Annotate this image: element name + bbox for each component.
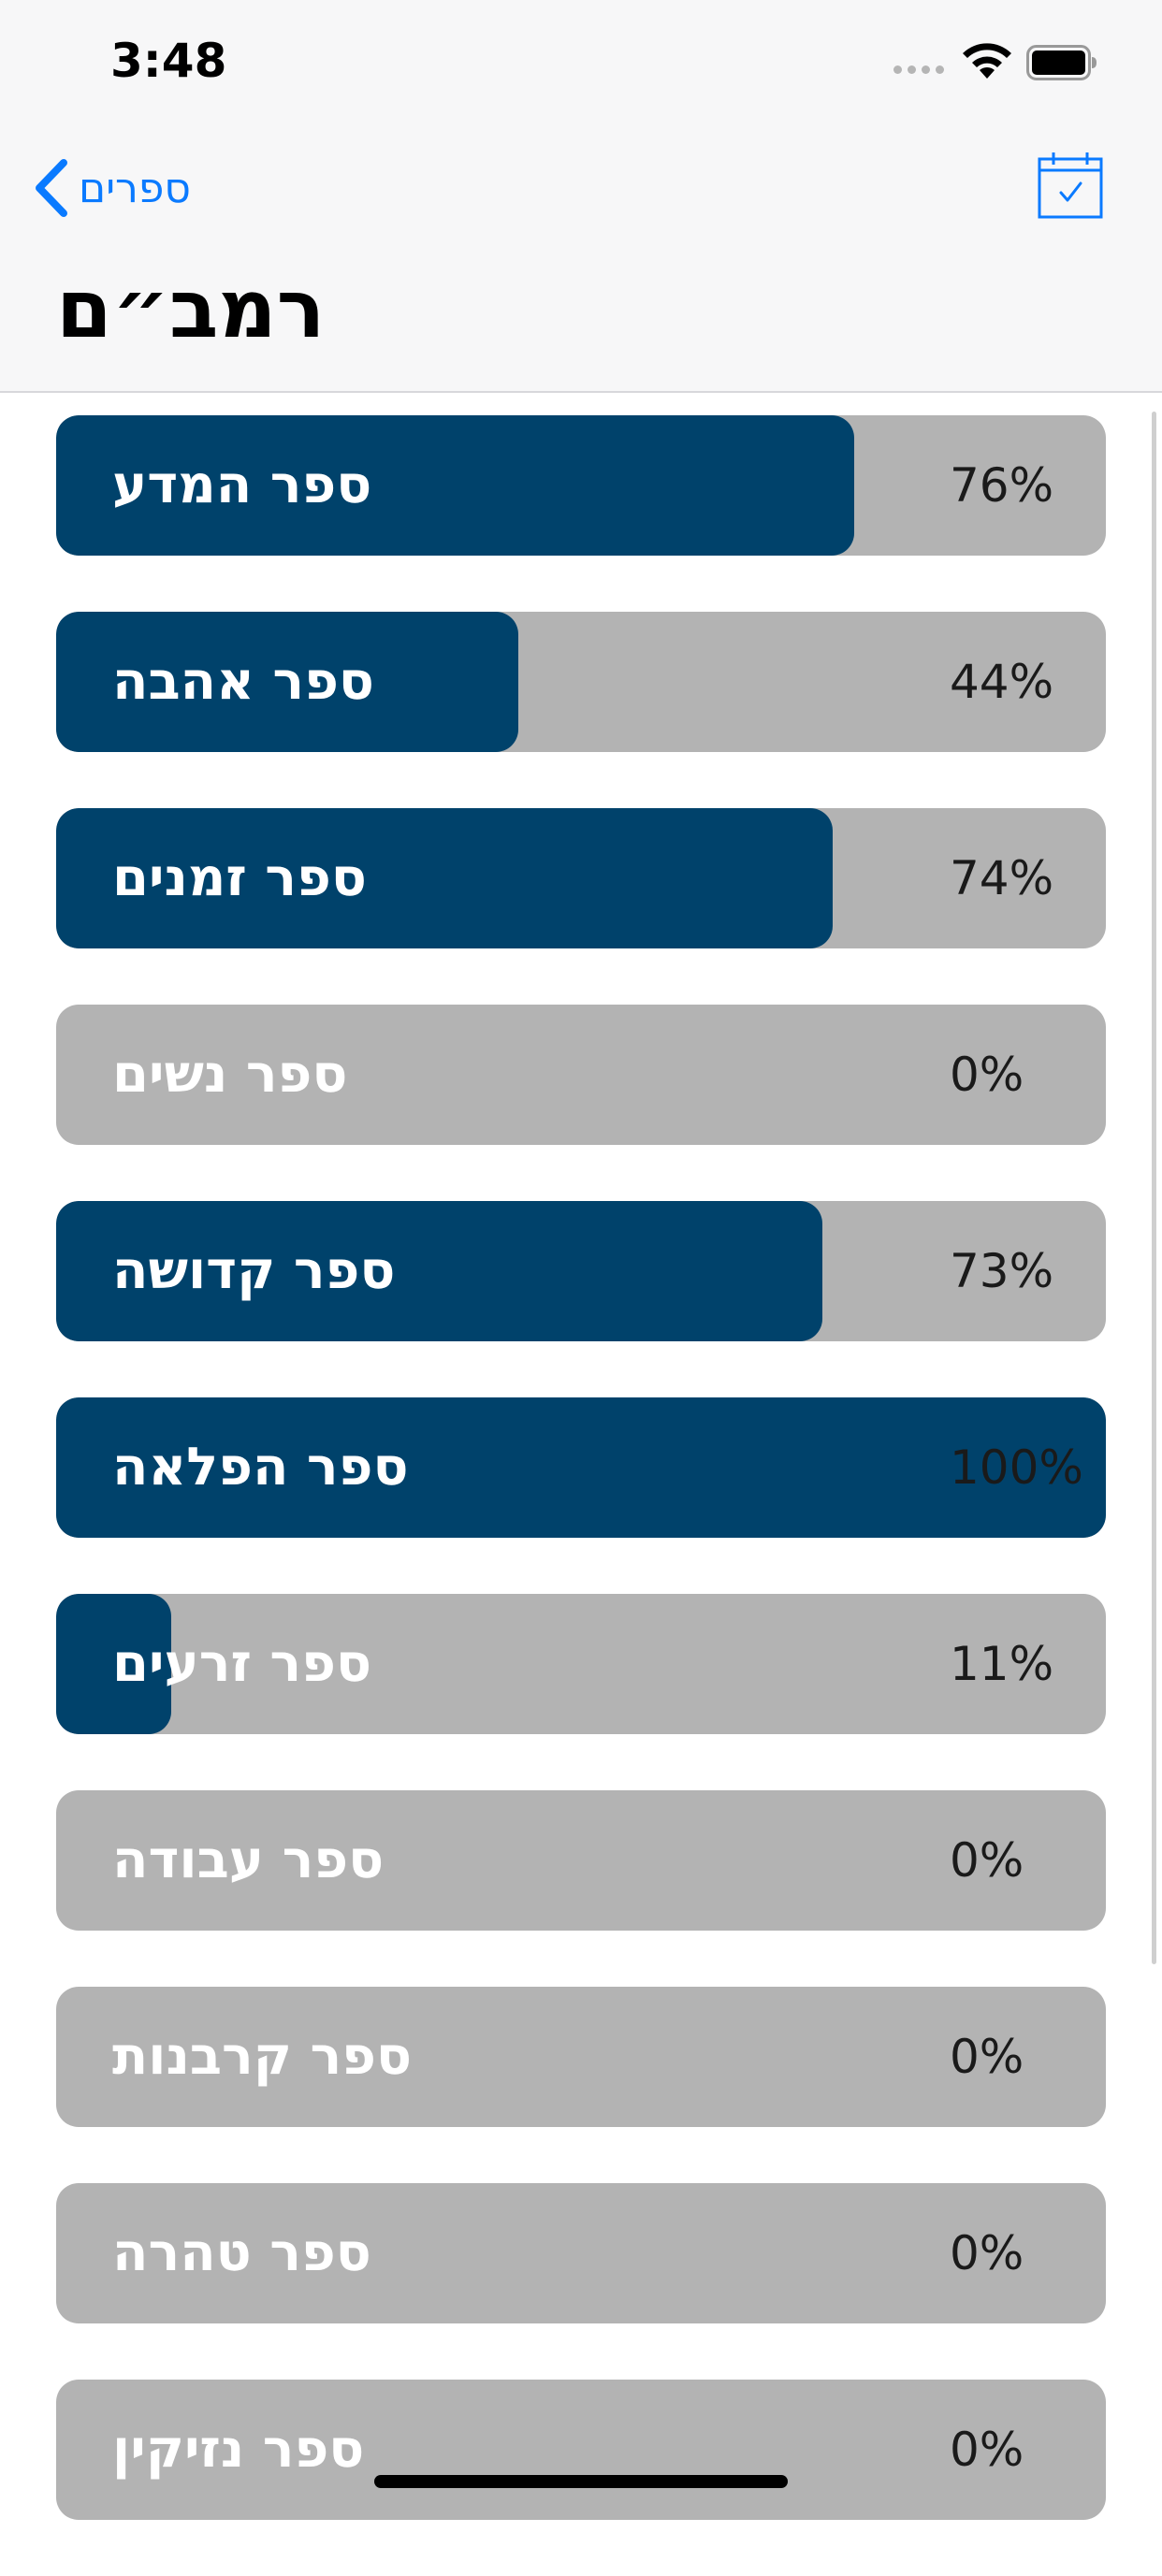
back-button[interactable]: ספרים bbox=[32, 157, 191, 219]
book-row[interactable]: ספר המדע 76% bbox=[56, 415, 1106, 556]
book-percent: 76% bbox=[950, 458, 1054, 513]
book-name: ספר זמנים bbox=[112, 847, 367, 908]
book-name: ספר נזיקין bbox=[112, 2419, 365, 2480]
wifi-icon bbox=[963, 43, 1011, 79]
status-bar: 3:48 bbox=[0, 0, 1162, 131]
chevron-left-icon bbox=[36, 159, 67, 217]
book-name: ספר קרבנות bbox=[112, 2026, 413, 2087]
book-row[interactable]: ספר נשים 0% bbox=[56, 1005, 1106, 1145]
book-row[interactable]: ספר נזיקין 0% bbox=[56, 2380, 1106, 2520]
book-percent: 11% bbox=[950, 1637, 1054, 1691]
book-row[interactable]: ספר הפלאה 100% bbox=[56, 1397, 1106, 1538]
book-percent: 100% bbox=[950, 1440, 1083, 1495]
book-percent: 0% bbox=[950, 2423, 1024, 2477]
book-percent: 0% bbox=[950, 1048, 1024, 1102]
book-name: ספר נשים bbox=[112, 1044, 348, 1105]
back-button-label: ספרים bbox=[79, 164, 191, 212]
cellular-signal-icon bbox=[893, 65, 944, 74]
status-time: 3:48 bbox=[110, 34, 227, 88]
book-row[interactable]: ספר קדושה 73% bbox=[56, 1201, 1106, 1341]
home-indicator[interactable] bbox=[374, 2475, 788, 2488]
navigation-bar: ספרים רמב״ם bbox=[0, 131, 1162, 393]
book-row[interactable]: ספר עבודה 0% bbox=[56, 1790, 1106, 1931]
book-row[interactable]: ספר טהרה 0% bbox=[56, 2183, 1106, 2323]
book-name: ספר עבודה bbox=[112, 1830, 385, 1890]
book-percent: 0% bbox=[950, 1833, 1024, 1888]
book-percent: 74% bbox=[950, 851, 1054, 905]
book-percent: 0% bbox=[950, 2226, 1024, 2280]
calendar-check-icon[interactable] bbox=[1037, 150, 1104, 221]
book-name: ספר קדושה bbox=[112, 1240, 396, 1301]
book-percent: 0% bbox=[950, 2030, 1024, 2084]
battery-icon bbox=[1026, 45, 1097, 80]
book-name: ספר זרעים bbox=[112, 1633, 372, 1694]
book-row[interactable]: ספר אהבה 44% bbox=[56, 612, 1106, 752]
books-list: ספר המדע 76% ספר אהבה 44% ספר זמנים 74% … bbox=[56, 415, 1106, 2576]
book-row[interactable]: ספר קרבנות 0% bbox=[56, 1987, 1106, 2127]
book-row[interactable]: ספר זרעים 11% bbox=[56, 1594, 1106, 1734]
book-name: ספר הפלאה bbox=[112, 1437, 409, 1498]
book-name: ספר המדע bbox=[112, 455, 372, 515]
book-percent: 44% bbox=[950, 655, 1054, 709]
book-name: ספר טהרה bbox=[112, 2222, 371, 2283]
book-row[interactable]: ספר זמנים 74% bbox=[56, 808, 1106, 948]
book-percent: 73% bbox=[950, 1244, 1054, 1298]
page-title: רמב״ם bbox=[56, 263, 326, 356]
scroll-indicator[interactable] bbox=[1152, 412, 1156, 1964]
book-name: ספר אהבה bbox=[112, 651, 374, 712]
